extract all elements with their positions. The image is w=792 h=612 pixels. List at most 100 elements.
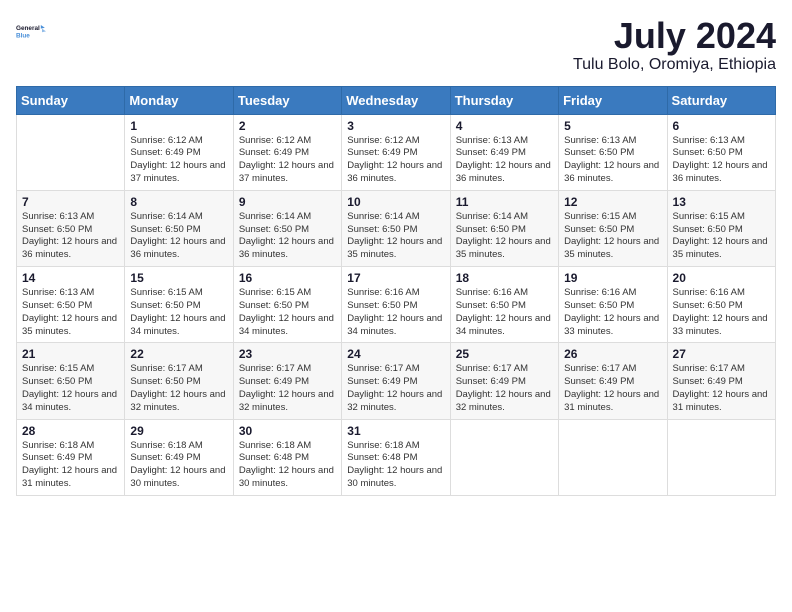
day-number: 24 bbox=[347, 347, 444, 361]
day-number: 25 bbox=[456, 347, 553, 361]
day-number: 18 bbox=[456, 271, 553, 285]
table-row bbox=[17, 114, 125, 190]
day-number: 12 bbox=[564, 195, 661, 209]
table-row: 1 Sunrise: 6:12 AM Sunset: 6:49 PM Daylig… bbox=[125, 114, 233, 190]
day-number: 17 bbox=[347, 271, 444, 285]
day-number: 3 bbox=[347, 119, 444, 133]
table-row: 29Sunrise: 6:18 AM Sunset: 6:49 PM Dayli… bbox=[125, 419, 233, 495]
col-sunday: Sunday bbox=[17, 86, 125, 114]
table-row: 5Sunrise: 6:13 AM Sunset: 6:50 PM Daylig… bbox=[559, 114, 667, 190]
svg-text:Blue: Blue bbox=[16, 32, 30, 39]
day-number: 6 bbox=[673, 119, 770, 133]
day-info: Sunrise: 6:13 AM Sunset: 6:50 PM Dayligh… bbox=[673, 135, 770, 186]
calendar-week-row: 1 Sunrise: 6:12 AM Sunset: 6:49 PM Daylig… bbox=[17, 114, 776, 190]
table-row: 18Sunrise: 6:16 AM Sunset: 6:50 PM Dayli… bbox=[450, 267, 558, 343]
col-thursday: Thursday bbox=[450, 86, 558, 114]
day-info: Sunrise: 6:14 AM Sunset: 6:50 PM Dayligh… bbox=[130, 211, 227, 262]
day-info: Sunrise: 6:15 AM Sunset: 6:50 PM Dayligh… bbox=[673, 211, 770, 262]
table-row: 17 Sunrise: 6:16 AM Sunset: 6:50 PM Dayli… bbox=[342, 267, 450, 343]
table-row: 27 Sunrise: 6:17 AM Sunset: 6:49 PM Dayli… bbox=[667, 343, 775, 419]
day-info: Sunrise: 6:17 AM Sunset: 6:49 PM Dayligh… bbox=[456, 363, 553, 414]
col-tuesday: Tuesday bbox=[233, 86, 341, 114]
day-number: 15 bbox=[130, 271, 227, 285]
table-row: 14Sunrise: 6:13 AM Sunset: 6:50 PM Dayli… bbox=[17, 267, 125, 343]
calendar-week-row: 28Sunrise: 6:18 AM Sunset: 6:49 PM Dayli… bbox=[17, 419, 776, 495]
table-row: 6 Sunrise: 6:13 AM Sunset: 6:50 PM Daylig… bbox=[667, 114, 775, 190]
day-info: Sunrise: 6:13 AM Sunset: 6:49 PM Dayligh… bbox=[456, 135, 553, 186]
day-info: Sunrise: 6:13 AM Sunset: 6:50 PM Dayligh… bbox=[564, 135, 661, 186]
day-info: Sunrise: 6:12 AM Sunset: 6:49 PM Dayligh… bbox=[347, 135, 444, 186]
day-info: Sunrise: 6:14 AM Sunset: 6:50 PM Dayligh… bbox=[347, 211, 444, 262]
day-number: 13 bbox=[673, 195, 770, 209]
day-info: Sunrise: 6:17 AM Sunset: 6:49 PM Dayligh… bbox=[347, 363, 444, 414]
table-row: 30 Sunrise: 6:18 AM Sunset: 6:48 PM Dayli… bbox=[233, 419, 341, 495]
day-number: 31 bbox=[347, 424, 444, 438]
day-info: Sunrise: 6:18 AM Sunset: 6:48 PM Dayligh… bbox=[347, 440, 444, 491]
day-info: Sunrise: 6:17 AM Sunset: 6:50 PM Dayligh… bbox=[130, 363, 227, 414]
day-info: Sunrise: 6:14 AM Sunset: 6:50 PM Dayligh… bbox=[239, 211, 336, 262]
table-row: 11 Sunrise: 6:14 AM Sunset: 6:50 PM Dayli… bbox=[450, 190, 558, 266]
day-number: 11 bbox=[456, 195, 553, 209]
day-number: 19 bbox=[564, 271, 661, 285]
day-number: 16 bbox=[239, 271, 336, 285]
table-row: 28Sunrise: 6:18 AM Sunset: 6:49 PM Dayli… bbox=[17, 419, 125, 495]
col-monday: Monday bbox=[125, 86, 233, 114]
svg-text:General: General bbox=[16, 25, 40, 32]
day-number: 10 bbox=[347, 195, 444, 209]
table-row: 10 Sunrise: 6:14 AM Sunset: 6:50 PM Dayli… bbox=[342, 190, 450, 266]
table-row: 20 Sunrise: 6:16 AM Sunset: 6:50 PM Dayli… bbox=[667, 267, 775, 343]
col-wednesday: Wednesday bbox=[342, 86, 450, 114]
table-row: 31 Sunrise: 6:18 AM Sunset: 6:48 PM Dayli… bbox=[342, 419, 450, 495]
day-info: Sunrise: 6:17 AM Sunset: 6:49 PM Dayligh… bbox=[239, 363, 336, 414]
day-info: Sunrise: 6:15 AM Sunset: 6:50 PM Dayligh… bbox=[22, 363, 119, 414]
day-number: 30 bbox=[239, 424, 336, 438]
title-block: July 2024 Tulu Bolo, Oromiya, Ethiopia bbox=[573, 16, 776, 74]
day-number: 23 bbox=[239, 347, 336, 361]
day-number: 7 bbox=[22, 195, 119, 209]
table-row: 13 Sunrise: 6:15 AM Sunset: 6:50 PM Dayli… bbox=[667, 190, 775, 266]
day-info: Sunrise: 6:15 AM Sunset: 6:50 PM Dayligh… bbox=[564, 211, 661, 262]
day-number: 1 bbox=[130, 119, 227, 133]
day-info: Sunrise: 6:13 AM Sunset: 6:50 PM Dayligh… bbox=[22, 287, 119, 338]
table-row: 8 Sunrise: 6:14 AM Sunset: 6:50 PM Daylig… bbox=[125, 190, 233, 266]
day-info: Sunrise: 6:18 AM Sunset: 6:49 PM Dayligh… bbox=[22, 440, 119, 491]
day-info: Sunrise: 6:17 AM Sunset: 6:49 PM Dayligh… bbox=[673, 363, 770, 414]
day-info: Sunrise: 6:16 AM Sunset: 6:50 PM Dayligh… bbox=[673, 287, 770, 338]
calendar-week-row: 14Sunrise: 6:13 AM Sunset: 6:50 PM Dayli… bbox=[17, 267, 776, 343]
table-row: 25 Sunrise: 6:17 AM Sunset: 6:49 PM Dayli… bbox=[450, 343, 558, 419]
col-saturday: Saturday bbox=[667, 86, 775, 114]
day-info: Sunrise: 6:14 AM Sunset: 6:50 PM Dayligh… bbox=[456, 211, 553, 262]
table-row: 22 Sunrise: 6:17 AM Sunset: 6:50 PM Dayli… bbox=[125, 343, 233, 419]
logo-icon: GeneralBlue bbox=[16, 16, 48, 48]
table-row bbox=[450, 419, 558, 495]
table-row: 19Sunrise: 6:16 AM Sunset: 6:50 PM Dayli… bbox=[559, 267, 667, 343]
table-row: 3 Sunrise: 6:12 AM Sunset: 6:49 PM Daylig… bbox=[342, 114, 450, 190]
day-info: Sunrise: 6:16 AM Sunset: 6:50 PM Dayligh… bbox=[347, 287, 444, 338]
day-number: 21 bbox=[22, 347, 119, 361]
day-number: 20 bbox=[673, 271, 770, 285]
table-row: 23 Sunrise: 6:17 AM Sunset: 6:49 PM Dayli… bbox=[233, 343, 341, 419]
day-number: 29 bbox=[130, 424, 227, 438]
table-row: 2 Sunrise: 6:12 AM Sunset: 6:49 PM Daylig… bbox=[233, 114, 341, 190]
day-number: 22 bbox=[130, 347, 227, 361]
day-info: Sunrise: 6:17 AM Sunset: 6:49 PM Dayligh… bbox=[564, 363, 661, 414]
month-year: July 2024 bbox=[573, 16, 776, 56]
table-row: 4 Sunrise: 6:13 AM Sunset: 6:49 PM Daylig… bbox=[450, 114, 558, 190]
table-row bbox=[559, 419, 667, 495]
table-row: 7Sunrise: 6:13 AM Sunset: 6:50 PM Daylig… bbox=[17, 190, 125, 266]
day-number: 2 bbox=[239, 119, 336, 133]
calendar-table: Sunday Monday Tuesday Wednesday Thursday… bbox=[16, 86, 776, 496]
page-header: GeneralBlue July 2024 Tulu Bolo, Oromiya… bbox=[16, 16, 776, 74]
day-info: Sunrise: 6:12 AM Sunset: 6:49 PM Dayligh… bbox=[130, 135, 227, 186]
day-number: 8 bbox=[130, 195, 227, 209]
day-info: Sunrise: 6:15 AM Sunset: 6:50 PM Dayligh… bbox=[239, 287, 336, 338]
day-info: Sunrise: 6:12 AM Sunset: 6:49 PM Dayligh… bbox=[239, 135, 336, 186]
day-number: 9 bbox=[239, 195, 336, 209]
day-number: 27 bbox=[673, 347, 770, 361]
location: Tulu Bolo, Oromiya, Ethiopia bbox=[573, 56, 776, 74]
table-row bbox=[667, 419, 775, 495]
table-row: 16 Sunrise: 6:15 AM Sunset: 6:50 PM Dayli… bbox=[233, 267, 341, 343]
day-info: Sunrise: 6:18 AM Sunset: 6:48 PM Dayligh… bbox=[239, 440, 336, 491]
table-row: 21 Sunrise: 6:15 AM Sunset: 6:50 PM Dayli… bbox=[17, 343, 125, 419]
day-number: 4 bbox=[456, 119, 553, 133]
